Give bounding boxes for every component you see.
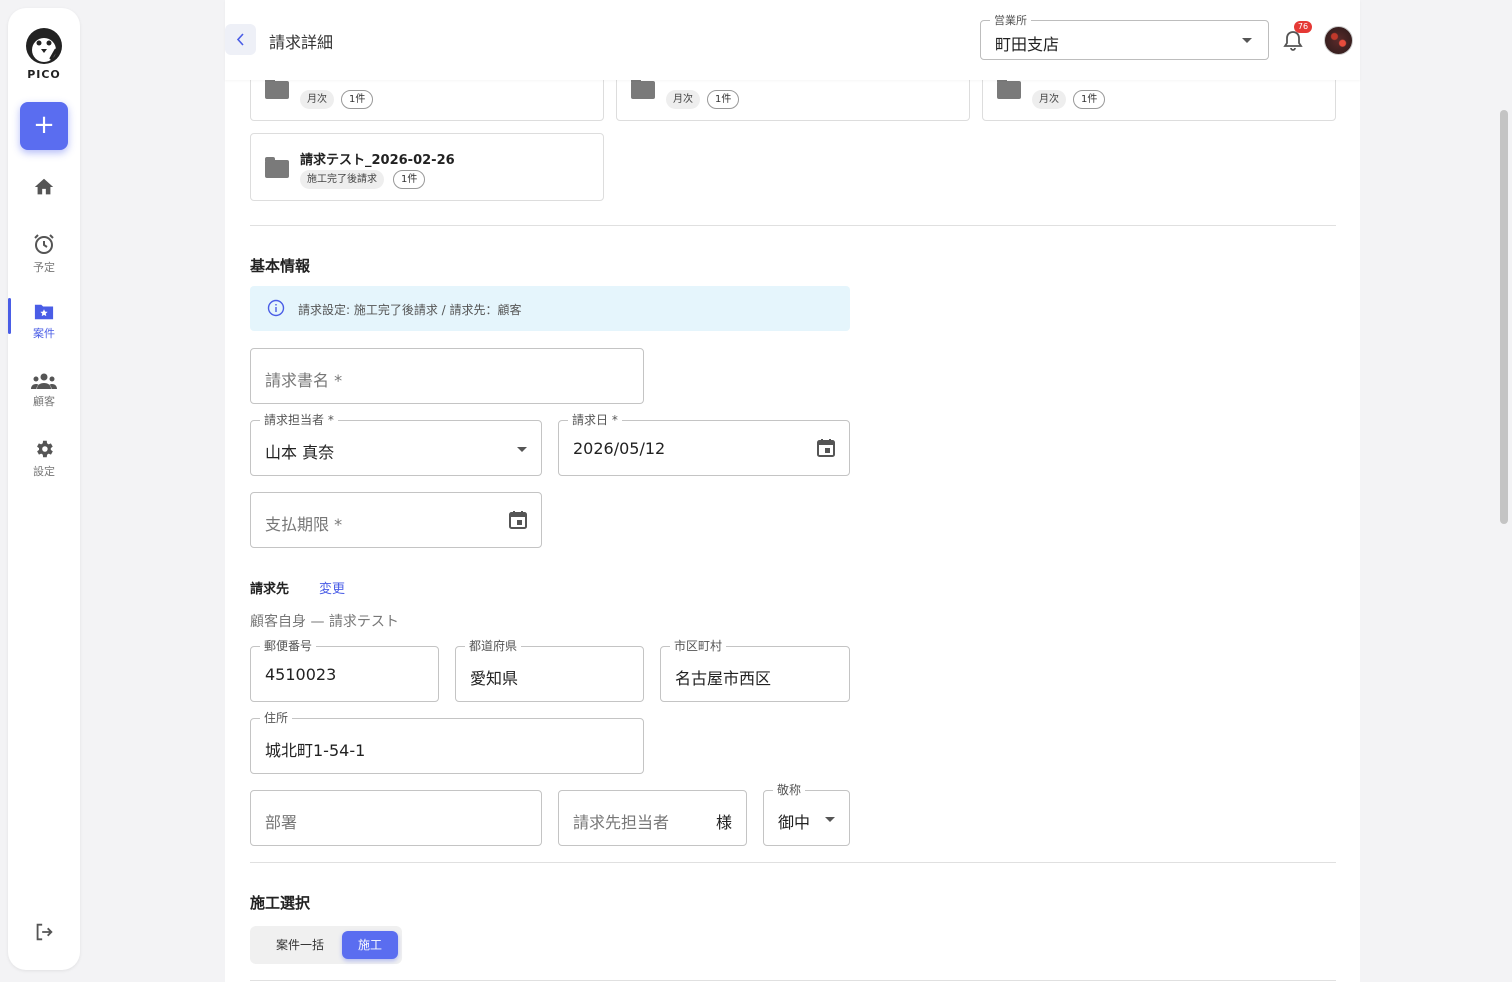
count-chip: 1件 [341,90,374,109]
pico-logo [24,26,64,66]
department-field[interactable]: 部署 [250,790,542,846]
info-alert: 請求設定: 施工完了後請求 / 請求先：顧客 [250,286,850,331]
department-placeholder: 部署 [265,813,298,832]
assignee-select[interactable]: 請求担当者 * 山本 真奈 [250,413,542,476]
contact-person-placeholder: 請求先担当者 [573,813,670,832]
contact-person-field[interactable]: 請求先担当者 様 [558,790,747,846]
tag-chip: 施工完了後請求 [300,170,384,189]
tag-chip: 月次 [1032,90,1066,109]
city-label: 市区町村 [670,639,727,653]
due-date-field[interactable]: 支払期限 * [250,492,542,548]
section-title-basic-info: 基本情報 [250,257,311,275]
city-field[interactable]: 市区町村 名古屋市西区 [660,639,850,702]
address-label: 住所 [260,711,293,725]
tag-chip: 月次 [300,90,334,109]
sidebar-item-projects[interactable]: 案件 [8,302,80,341]
invoice-name-field[interactable]: 請求書名 * [250,348,644,404]
invoice-date-value: 2026/05/12 [573,439,666,458]
sidebar: PICO + 予定 案件 顧客 設定 [8,8,80,970]
folder-icon [631,78,655,99]
count-chip: 1件 [1073,90,1106,109]
billing-to-description: 顧客自身 — 請求テスト [250,614,399,630]
honorific-label: 敬称 [773,783,806,797]
chevron-down-icon [825,817,835,822]
notification-badge: 76 [1294,21,1312,33]
construction-toggle: 案件一括 施工 [250,926,402,964]
logo-text: PICO [27,68,61,81]
calendar-icon[interactable] [815,437,837,459]
notification-button[interactable] [1283,30,1303,56]
change-billing-link[interactable]: 変更 [319,578,345,597]
scrollbar[interactable] [1500,110,1508,524]
office-select-value: 町田支店 [995,35,1060,54]
divider [250,980,1336,981]
chevron-down-icon [1242,38,1252,43]
prefecture-field[interactable]: 都道府県 愛知県 [455,639,644,702]
avatar[interactable] [1324,26,1353,55]
tag-chip: 月次 [666,90,700,109]
group-icon [31,373,57,389]
count-chip: 1件 [707,90,740,109]
prefecture-label: 都道府県 [465,639,522,653]
postal-code-label: 郵便番号 [260,639,317,653]
section-title-construction: 施工選択 [250,894,311,912]
honorific-value: 御中 [778,813,811,832]
toggle-option-all[interactable]: 案件一括 [258,931,342,959]
billing-to-title: 請求先 [250,582,290,597]
divider [250,862,1336,863]
assignee-label: 請求担当者 * [260,413,338,427]
postal-code-field[interactable]: 郵便番号 4510023 [250,639,439,702]
sidebar-item-schedule[interactable]: 予定 [8,232,80,275]
info-icon [267,299,285,317]
address-field[interactable]: 住所 城北町1-54-1 [250,711,644,774]
logout-button[interactable] [8,921,80,943]
folder-icon [265,157,289,178]
sidebar-item-label: 案件 [33,327,55,340]
page-title: 請求詳細 [269,33,334,52]
calendar-icon[interactable] [507,509,529,531]
sidebar-item-label: 予定 [33,261,55,274]
assignee-value: 山本 真奈 [265,443,335,462]
toggle-option-construction[interactable]: 施工 [342,931,398,959]
sidebar-item-label: 顧客 [33,395,55,408]
folder-card[interactable]: 請求テスト_2026-02-26 施工完了後請求 1件 [250,133,604,201]
sidebar-item-settings[interactable]: 設定 [8,438,80,479]
gear-icon [37,440,53,458]
sidebar-item-home[interactable] [8,176,80,198]
office-select-label: 営業所 [990,12,1031,28]
top-bar: 請求詳細 営業所 町田支店 76 [225,0,1360,80]
bell-icon [1283,31,1303,51]
sidebar-item-label: 設定 [33,465,55,478]
chevron-left-icon [236,33,244,46]
invoice-date-field[interactable]: 請求日 * 2026/05/12 [558,413,850,476]
sidebar-item-customers[interactable]: 顧客 [8,372,80,409]
office-select[interactable]: 営業所 町田支店 [980,12,1269,60]
folder-icon [997,78,1021,99]
home-icon [34,178,54,195]
contact-suffix: 様 [715,813,732,832]
back-button[interactable] [225,24,256,55]
count-chip: 1件 [393,170,426,189]
invoice-name-placeholder: 請求書名 * [265,371,343,390]
info-text: 請求設定: 施工完了後請求 / 請求先：顧客 [298,303,522,317]
folder-star-icon [34,304,54,320]
add-button[interactable]: + [20,102,68,150]
folder-icon [265,78,289,99]
address-value: 城北町1-54-1 [265,741,366,760]
invoice-date-label: 請求日 * [568,413,622,427]
logout-icon [36,923,53,941]
due-date-placeholder: 支払期限 * [265,515,343,534]
alarm-clock-icon [34,234,54,254]
city-value: 名古屋市西区 [675,669,772,688]
prefecture-value: 愛知県 [470,669,519,688]
chevron-down-icon [517,447,527,452]
divider [250,225,1336,226]
postal-code-value: 4510023 [265,665,337,684]
folder-title: 請求テスト_2026-02-26 [300,153,455,168]
honorific-select[interactable]: 敬称 御中 [763,783,850,846]
